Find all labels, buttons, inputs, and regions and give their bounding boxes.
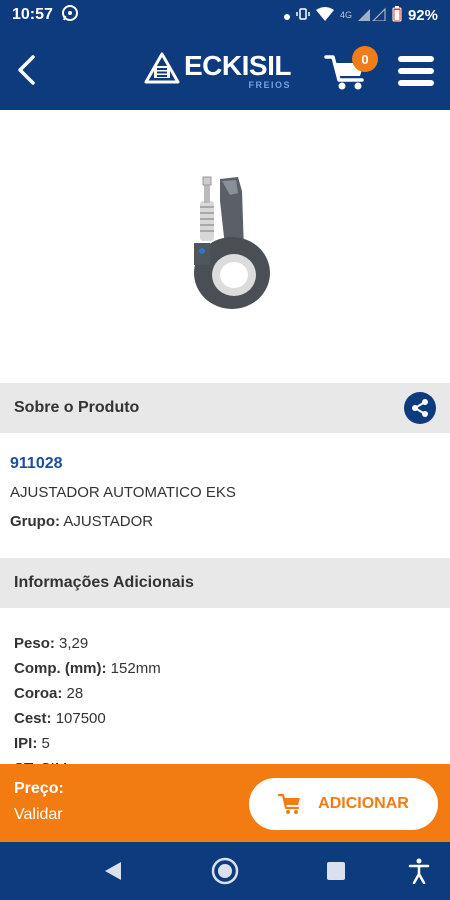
signal-icon: [357, 7, 386, 24]
info-label: IPI:: [14, 735, 38, 752]
menu-icon-bar: [398, 56, 434, 62]
price-bar: Preço: Validar ADICIONAR: [0, 764, 450, 842]
info-label: Peso:: [14, 635, 55, 652]
about-product-title: Sobre o Produto: [14, 399, 140, 416]
additional-info-title: Informações Adicionais: [14, 574, 194, 591]
battery-level: 92%: [407, 6, 438, 24]
status-time: 10:57: [12, 6, 53, 23]
info-value: 28: [66, 685, 84, 702]
whatsapp-icon: [61, 4, 79, 27]
back-button[interactable]: [8, 50, 44, 90]
info-label: Coroa:: [14, 685, 63, 702]
cart-add-icon: [278, 793, 301, 814]
add-to-cart-label: ADICIONAR: [318, 795, 409, 812]
info-value: 107500: [55, 710, 106, 727]
triangle-back-icon: [105, 862, 121, 880]
chevron-left-icon: [18, 55, 35, 85]
info-value: 152mm: [110, 660, 161, 677]
info-label: Cest:: [14, 710, 52, 727]
product-info: 911028 AJUSTADOR AUTOMATICO EKS Grupo: A…: [10, 454, 440, 532]
logo-name: ECKISIL: [184, 50, 291, 81]
network-type: 4G: [339, 10, 352, 20]
logo-subtitle: FREIOS: [248, 80, 291, 90]
group-label: Grupo:: [10, 513, 60, 530]
additional-info-list: Peso: 3,29 Comp. (mm): 152mm Coroa: 28 C…: [14, 631, 434, 781]
info-value: 5: [41, 735, 50, 752]
dot-icon: [283, 7, 290, 23]
menu-icon-bar: [398, 68, 434, 74]
vibrate-icon: [296, 7, 310, 24]
menu-icon-bar: [398, 80, 434, 86]
info-row-ipi: IPI: 5: [14, 731, 434, 756]
accessibility-icon: [408, 858, 430, 884]
product-image: [0, 110, 450, 382]
square-recents-icon: [327, 862, 345, 880]
eckisil-emblem-icon: [144, 52, 180, 84]
add-to-cart-button[interactable]: ADICIONAR: [249, 778, 438, 830]
circle-home-icon: [211, 857, 239, 885]
info-row-length: Comp. (mm): 152mm: [14, 656, 434, 681]
nav-home-button[interactable]: [208, 854, 242, 888]
info-row-crown: Coroa: 28: [14, 681, 434, 706]
slack-adjuster-image: [194, 176, 270, 309]
wifi-icon: [315, 6, 334, 24]
share-button[interactable]: [404, 392, 436, 424]
product-group: Grupo: AJUSTADOR: [10, 512, 440, 532]
screen: 10:57 4G 92% ECKISIL FREIOS 0 Sobre o Pr…: [0, 0, 450, 900]
additional-info-header: Informações Adicionais: [0, 558, 450, 608]
product-code: 911028: [10, 455, 63, 472]
battery-icon: [392, 5, 402, 25]
brand-logo: ECKISIL FREIOS: [144, 52, 291, 92]
about-product-header: Sobre o Produto: [0, 383, 450, 433]
price-value: Validar: [14, 806, 63, 823]
nav-back-button[interactable]: [96, 854, 130, 888]
product-name: AJUSTADOR AUTOMATICO EKS: [10, 484, 236, 501]
info-value: 3,29: [59, 635, 89, 652]
app-header: ECKISIL FREIOS 0: [0, 30, 450, 110]
info-label: Comp. (mm):: [14, 660, 107, 677]
group-value: AJUSTADOR: [63, 513, 154, 530]
price-label: Preço:: [14, 780, 64, 797]
nav-accessibility-button[interactable]: [402, 854, 436, 888]
status-bar: 10:57 4G 92%: [0, 0, 450, 30]
share-icon: [412, 399, 428, 417]
info-row-cest: Cest: 107500: [14, 706, 434, 731]
system-nav-bar: [0, 842, 450, 900]
cart-count-badge: 0: [352, 46, 378, 72]
info-row-weight: Peso: 3,29: [14, 631, 434, 656]
nav-recents-button[interactable]: [319, 854, 353, 888]
menu-button[interactable]: [398, 56, 434, 86]
